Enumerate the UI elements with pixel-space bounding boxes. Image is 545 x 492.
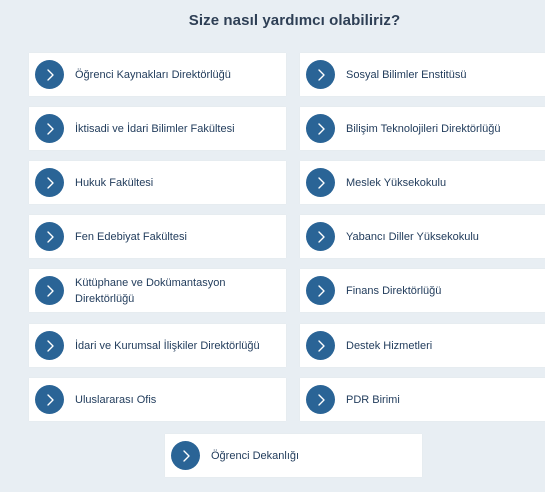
- chevron-right-icon: [306, 331, 335, 360]
- link-label: Destek Hizmetleri: [346, 339, 433, 352]
- link-card-uluslararasi[interactable]: Uluslararası Ofis: [29, 378, 286, 421]
- link-card-yabanci-diller[interactable]: Yabancı Diller Yüksekokulu: [300, 215, 545, 258]
- link-card-fen-edebiyat[interactable]: Fen Edebiyat Fakültesi: [29, 215, 286, 258]
- link-label: Meslek Yüksekokulu: [346, 176, 447, 189]
- chevron-right-icon: [306, 385, 335, 414]
- link-label: Hukuk Fakültesi: [75, 176, 154, 189]
- link-card-bilisim[interactable]: Bilişim Teknolojileri Direktörlüğü: [300, 107, 545, 150]
- chevron-right-icon: [171, 441, 200, 470]
- chevron-right-icon: [35, 168, 64, 197]
- link-label: Bilişim Teknolojileri Direktörlüğü: [346, 122, 501, 135]
- link-card-ogrenci-dekanligi[interactable]: Öğrenci Dekanlığı: [165, 434, 422, 477]
- link-label: Uluslararası Ofis: [75, 393, 157, 406]
- link-card-finans[interactable]: Finans Direktörlüğü: [300, 269, 545, 312]
- link-label: Öğrenci Dekanlığı: [211, 449, 300, 462]
- chevron-right-icon: [35, 60, 64, 89]
- chevron-right-icon: [306, 276, 335, 305]
- link-card-iktisadi[interactable]: İktisadi ve İdari Bilimler Fakültesi: [29, 107, 286, 150]
- chevron-right-icon: [306, 222, 335, 251]
- chevron-right-icon: [306, 60, 335, 89]
- chevron-right-icon: [35, 331, 64, 360]
- link-label: Sosyal Bilimler Enstitüsü: [346, 68, 467, 81]
- link-label: PDR Birimi: [346, 393, 400, 406]
- link-card-idari-kurumsal[interactable]: İdari ve Kurumsal İlişkiler Direktörlüğü: [29, 324, 286, 367]
- chevron-right-icon: [35, 114, 64, 143]
- link-label: İktisadi ve İdari Bilimler Fakültesi: [75, 122, 235, 135]
- link-card-hukuk[interactable]: Hukuk Fakültesi: [29, 161, 286, 204]
- link-label: Yabancı Diller Yüksekokulu: [346, 230, 479, 243]
- link-card-kutuphane[interactable]: Kütüphane ve Dokümantasyon Direktörlüğü: [29, 269, 286, 312]
- chevron-right-icon: [35, 222, 64, 251]
- link-label: Finans Direktörlüğü: [346, 284, 442, 297]
- link-card-destek[interactable]: Destek Hizmetleri: [300, 324, 545, 367]
- link-card-sosyal-bilimler[interactable]: Sosyal Bilimler Enstitüsü: [300, 53, 545, 96]
- link-card-ogrenci-kaynaklari[interactable]: Öğrenci Kaynakları Direktörlüğü: [29, 53, 286, 96]
- chevron-right-icon: [306, 168, 335, 197]
- link-card-pdr[interactable]: PDR Birimi: [300, 378, 545, 421]
- link-label: Kütüphane ve Dokümantasyon Direktörlüğü: [75, 276, 226, 305]
- chevron-right-icon: [35, 385, 64, 414]
- link-label: İdari ve Kurumsal İlişkiler Direktörlüğü: [75, 339, 260, 352]
- link-label: Fen Edebiyat Fakültesi: [75, 230, 187, 243]
- chevron-right-icon: [35, 276, 64, 305]
- chevron-right-icon: [306, 114, 335, 143]
- link-label: Öğrenci Kaynakları Direktörlüğü: [75, 68, 231, 81]
- link-card-meslek[interactable]: Meslek Yüksekokulu: [300, 161, 545, 204]
- page-title: Size nasıl yardımcı olabiliriz?: [188, 12, 401, 29]
